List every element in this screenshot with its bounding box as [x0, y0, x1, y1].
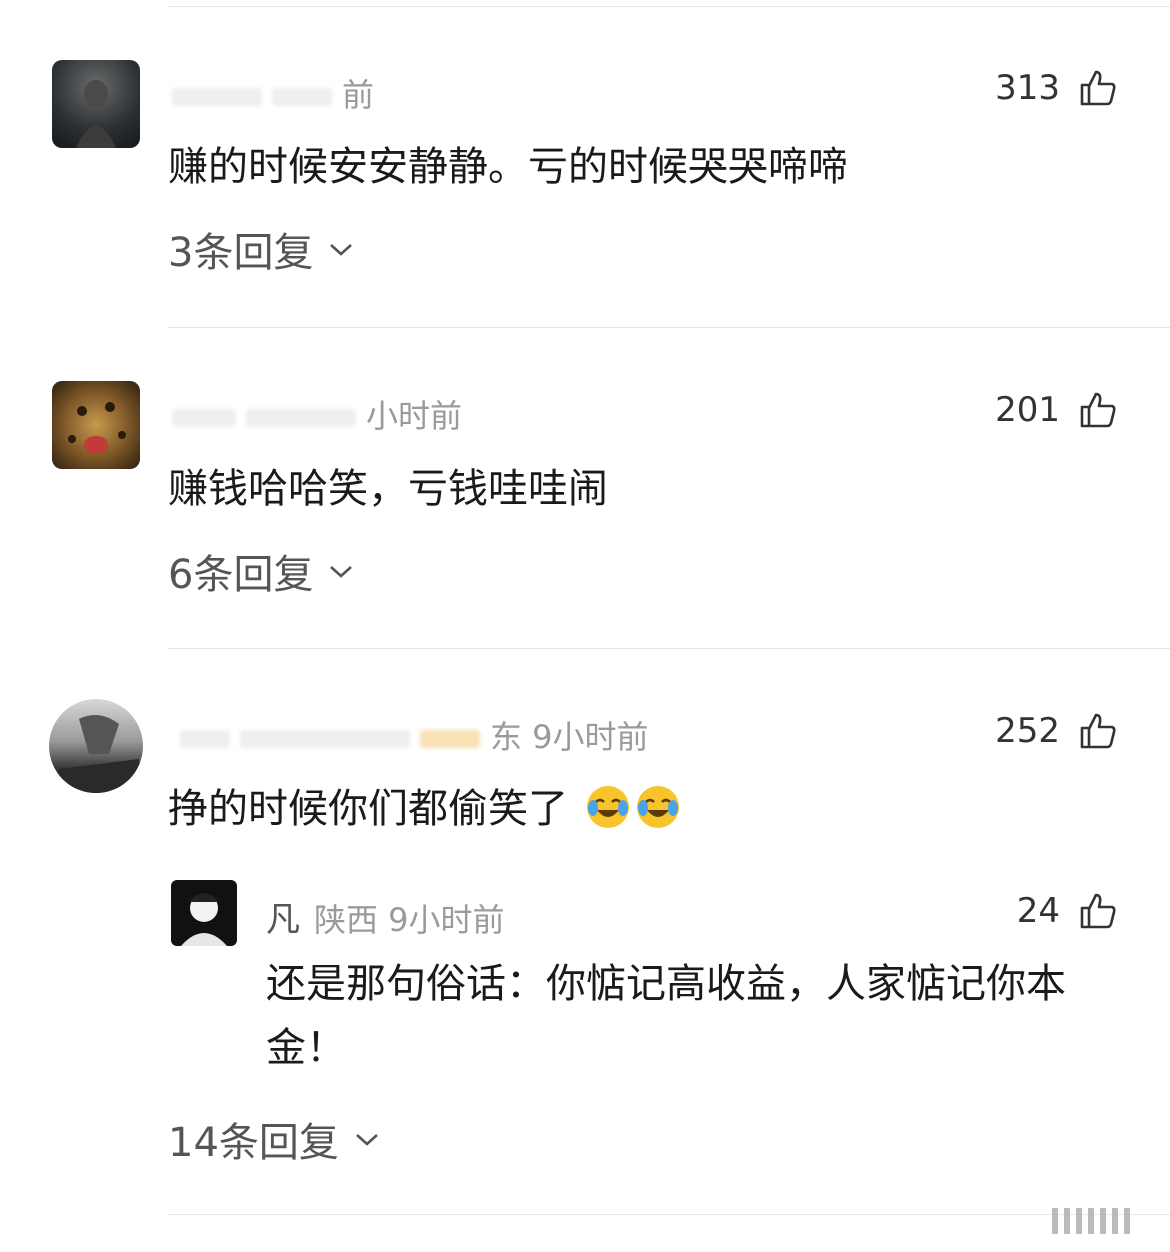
- replies-label: 14条回复: [168, 1120, 339, 1166]
- reply-avatar[interactable]: [171, 880, 237, 946]
- comment-meta: 前: [172, 70, 374, 116]
- avatar[interactable]: [52, 60, 140, 148]
- chevron-down-icon: [330, 566, 353, 578]
- like-count: 313: [995, 68, 1060, 108]
- comment-text: 赚的时候安安静静。亏的时候哭哭啼啼: [168, 144, 848, 190]
- like-button[interactable]: 24: [1017, 891, 1118, 931]
- avatar[interactable]: [49, 699, 143, 793]
- divider: [168, 327, 1170, 328]
- like-button[interactable]: 252: [995, 711, 1118, 751]
- like-button[interactable]: 201: [995, 390, 1118, 430]
- replies-label: 6条回复: [168, 552, 314, 598]
- thumbs-up-icon: [1080, 70, 1116, 106]
- comment-text: 挣的时候你们都偷笑了: [168, 776, 681, 834]
- thumbs-up-icon: [1080, 713, 1116, 749]
- comment-meta: 东 9小时前: [180, 712, 649, 758]
- like-count: 201: [995, 390, 1060, 430]
- view-replies-button[interactable]: 3条回复: [168, 220, 355, 278]
- reply-text: 还是那句俗话：你惦记高收益，人家惦记你本金！: [266, 961, 1066, 1071]
- chevron-down-icon: [330, 244, 353, 256]
- like-button[interactable]: 313: [995, 68, 1118, 108]
- reply-username[interactable]: 凡: [266, 900, 300, 940]
- watermark-bars: [1052, 1208, 1130, 1234]
- divider: [168, 1214, 1170, 1215]
- reply-meta: 凡陕西 9小时前: [266, 900, 505, 940]
- thumbs-up-icon: [1080, 392, 1116, 428]
- like-count: 24: [1016, 891, 1060, 931]
- divider: [168, 648, 1170, 649]
- divider-top: [168, 6, 1170, 7]
- replies-label: 3条回复: [168, 230, 314, 276]
- comment-text: 赚钱哈哈笑，亏钱哇哇闹: [168, 466, 608, 512]
- laughing-crying-emoji-icon: [636, 786, 679, 828]
- view-replies-button[interactable]: 14条回复: [168, 1110, 381, 1168]
- chevron-down-icon: [356, 1134, 378, 1146]
- thumbs-up-icon: [1080, 893, 1116, 929]
- laughing-crying-emoji-icon: [586, 786, 629, 828]
- avatar-image: [181, 893, 227, 946]
- avatar-image: [68, 402, 126, 454]
- avatar-image: [49, 715, 143, 793]
- like-count: 252: [995, 711, 1060, 751]
- comment-meta: 小时前: [172, 391, 462, 437]
- avatar[interactable]: [52, 381, 140, 469]
- view-replies-button[interactable]: 6条回复: [168, 542, 355, 600]
- avatar-image: [76, 80, 116, 148]
